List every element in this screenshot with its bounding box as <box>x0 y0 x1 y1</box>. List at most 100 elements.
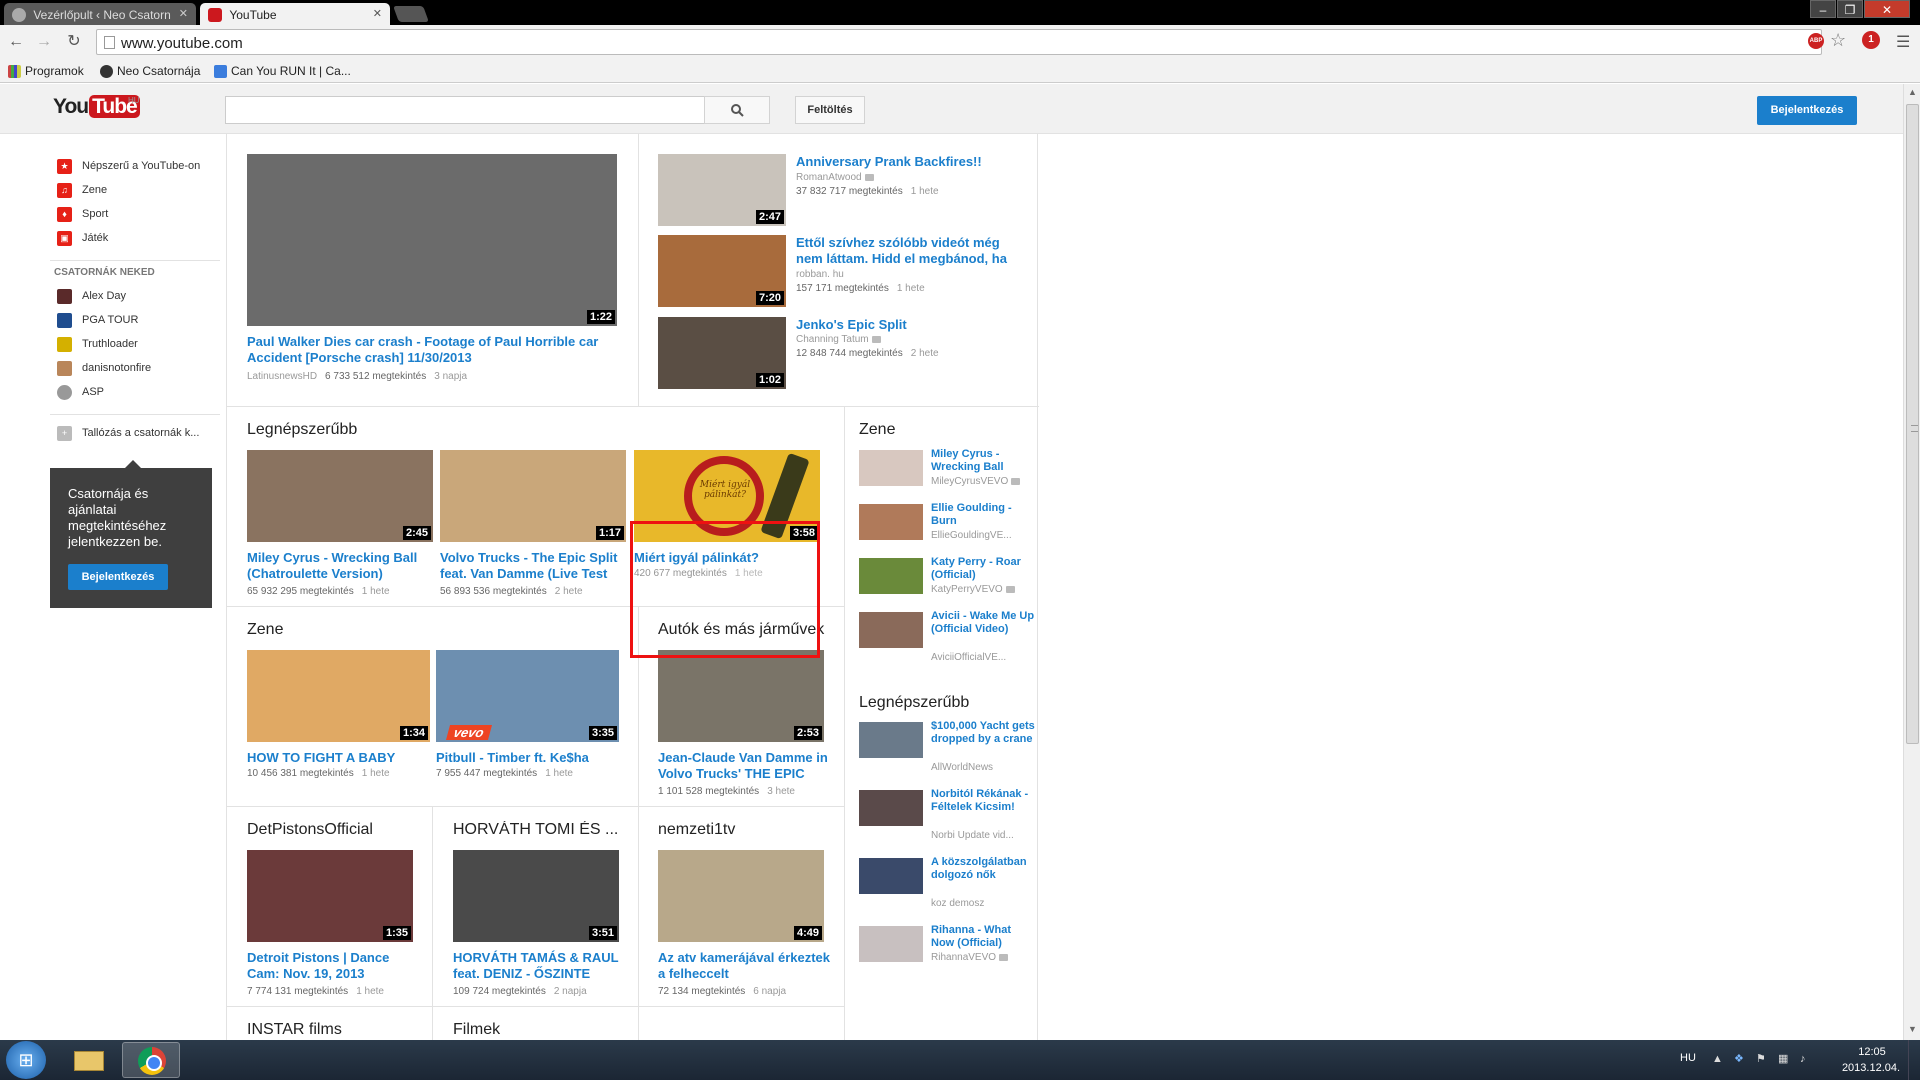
rail-channel[interactable]: AviciiOfficialVE... <box>931 652 1035 663</box>
video-thumbnail[interactable]: 1:17 <box>440 450 626 542</box>
video-title[interactable]: Volvo Trucks - The Epic Split feat. Van … <box>440 550 626 582</box>
rail-video-title[interactable]: Norbitól Rékának - Féltelek Kicsim! <box>931 788 1035 830</box>
close-icon[interactable]: ✕ <box>373 7 382 20</box>
maximize-button[interactable]: ❐ <box>1837 0 1863 18</box>
rail-video-title[interactable]: Rihanna - What Now (Official) <box>931 924 1035 952</box>
video-thumbnail[interactable]: vevo 3:35 <box>436 650 619 742</box>
close-window-button[interactable]: ✕ <box>1864 0 1910 18</box>
taskbar-chrome[interactable] <box>122 1042 180 1078</box>
clock-time[interactable]: 12:05 <box>1852 1046 1892 1058</box>
channel-name[interactable]: robban. hu <box>796 269 844 280</box>
rail-thumbnail[interactable] <box>859 790 923 826</box>
action-center-icon[interactable]: ⚑ <box>1756 1053 1768 1065</box>
search-button[interactable] <box>704 96 770 124</box>
guide-item-popular[interactable]: ★ Népszerű a YouTube-on <box>50 154 220 178</box>
rail-thumbnail[interactable] <box>859 504 923 540</box>
reload-icon[interactable]: ↻ <box>64 32 84 52</box>
bookmark-canyourunit[interactable]: Can You RUN It | Ca... <box>214 64 351 79</box>
rail-video-title[interactable]: $100,000 Yacht gets dropped by a crane <box>931 720 1035 762</box>
rail-channel[interactable]: MileyCyrusVEVO <box>931 476 1035 487</box>
minimize-button[interactable]: – <box>1810 0 1836 18</box>
video-thumbnail[interactable]: 1:34 <box>247 650 430 742</box>
new-tab-button[interactable] <box>393 6 429 22</box>
video-title[interactable]: HOW TO FIGHT A BABY <box>247 750 430 766</box>
video-thumbnail[interactable]: 2:45 <box>247 450 433 542</box>
youtube-logo[interactable]: You Tube <box>53 95 140 119</box>
upload-button[interactable]: Feltöltés <box>795 96 865 124</box>
bookmark-star-icon[interactable]: ☆ <box>1830 30 1846 51</box>
channel-name[interactable]: RomanAtwood <box>796 172 874 183</box>
guide-item-sports[interactable]: ♦ Sport <box>50 202 220 226</box>
rail-channel[interactable]: RihannaVEVO <box>931 952 1035 963</box>
channel-name[interactable]: Channing Tatum <box>796 334 881 345</box>
guide-channel-truthloader[interactable]: Truthloader <box>50 332 220 356</box>
channel-name[interactable]: LatinusnewsHD <box>247 371 317 382</box>
video-title[interactable]: Ettől szívhez szólóbb videót még nem lát… <box>796 235 1026 267</box>
guide-channel-alexday[interactable]: Alex Day <box>50 284 220 308</box>
video-title[interactable]: Jean-Claude Van Damme in Volvo Trucks' T… <box>658 750 834 782</box>
rail-thumbnail[interactable] <box>859 926 923 962</box>
guide-browse-channels[interactable]: + Tallózás a csatornák k... <box>50 421 220 445</box>
guide-channel-pgatour[interactable]: PGA TOUR <box>50 308 220 332</box>
scroll-thumb[interactable] <box>1906 104 1919 744</box>
shelf-title[interactable]: HORVÁTH TOMI ÉS ... <box>453 821 633 839</box>
guide-channel-danisnotonfire[interactable]: danisnotonfire <box>50 356 220 380</box>
guide-channel-asp[interactable]: ASP <box>50 380 220 404</box>
start-button[interactable]: ⊞ <box>6 1041 46 1079</box>
rail-channel[interactable]: koz demosz <box>931 898 1035 909</box>
video-thumbnail[interactable]: 2:53 <box>658 650 824 742</box>
rail-video-title[interactable]: Miley Cyrus - Wrecking Ball <box>931 448 1031 476</box>
video-title[interactable]: Jenko's Epic Split <box>796 317 1026 333</box>
video-thumbnail[interactable]: 7:20 <box>658 235 786 307</box>
volume-icon[interactable]: ♪ <box>1800 1053 1812 1065</box>
close-icon[interactable]: ✕ <box>179 7 188 20</box>
network-icon[interactable]: ▦ <box>1778 1053 1790 1065</box>
video-title[interactable]: Pitbull - Timber ft. Ke$ha <box>436 750 619 766</box>
shelf-title[interactable]: nemzeti1tv <box>658 821 838 839</box>
menu-icon[interactable]: ☰ <box>1896 32 1910 52</box>
shelf-title[interactable]: INSTAR films <box>247 1021 342 1039</box>
video-thumbnail[interactable]: 1:02 <box>658 317 786 389</box>
rail-channel[interactable]: EllieGouldingVE... <box>931 530 1035 541</box>
language-indicator[interactable]: HU <box>1680 1052 1696 1064</box>
show-desktop-button[interactable] <box>1908 1040 1920 1080</box>
video-title[interactable]: Paul Walker Dies car crash - Footage of … <box>247 334 627 366</box>
adblock-icon[interactable]: ABP <box>1808 33 1824 49</box>
rail-title[interactable]: Zene <box>859 421 895 439</box>
dropbox-icon[interactable]: ❖ <box>1734 1053 1746 1065</box>
scroll-up-icon[interactable]: ▲ <box>1908 87 1917 97</box>
rail-thumbnail[interactable] <box>859 558 923 594</box>
rail-thumbnail[interactable] <box>859 450 923 486</box>
clock-date[interactable]: 2013.12.04. <box>1836 1062 1906 1074</box>
rail-video-title[interactable]: Katy Perry - Roar (Official) <box>931 556 1031 584</box>
rail-thumbnail[interactable] <box>859 722 923 758</box>
promo-signin-button[interactable]: Bejelentkezés <box>68 564 168 590</box>
tray-expand-icon[interactable]: ▲ <box>1712 1053 1724 1065</box>
video-thumbnail[interactable]: 3:51 <box>453 850 619 942</box>
rail-channel[interactable]: Norbi Update vid... <box>931 830 1035 841</box>
bookmark-apps[interactable]: Programok <box>8 64 84 79</box>
rail-thumbnail[interactable] <box>859 612 923 648</box>
rail-channel[interactable]: KatyPerryVEVO <box>931 584 1035 595</box>
scroll-down-icon[interactable]: ▼ <box>1908 1024 1917 1034</box>
page-scrollbar[interactable]: ▲ ▼ <box>1903 84 1920 1040</box>
shelf-title[interactable]: Legnépszerűbb <box>247 421 357 439</box>
guide-item-gaming[interactable]: ▣ Játék <box>50 226 220 250</box>
video-thumbnail[interactable]: 4:49 <box>658 850 824 942</box>
video-title[interactable]: HORVÁTH TAMÁS & RAUL feat. DENIZ - ŐSZIN… <box>453 950 629 982</box>
guide-item-music[interactable]: ♫ Zene <box>50 178 220 202</box>
tab-dashboard[interactable]: Vezérlőpult ‹ Neo Csatorn ✕ <box>4 3 196 25</box>
video-title[interactable]: Anniversary Prank Backfires!! <box>796 154 1026 170</box>
video-thumbnail[interactable]: 2:47 <box>658 154 786 226</box>
video-title[interactable]: Az atv kamerájával érkeztek a felheccelt <box>658 950 834 982</box>
video-thumbnail[interactable]: 1:22 <box>247 154 617 326</box>
forward-icon[interactable]: → <box>34 32 54 52</box>
extension-icon[interactable]: 1 <box>1862 31 1880 49</box>
back-icon[interactable]: ← <box>6 32 26 52</box>
search-input[interactable] <box>225 96 705 124</box>
rail-channel[interactable]: AllWorldNews <box>931 762 1035 773</box>
address-bar[interactable]: www.youtube.com <box>96 29 1822 55</box>
bookmark-neo[interactable]: Neo Csatornája <box>100 64 200 79</box>
rail-video-title[interactable]: Avicii - Wake Me Up (Official Video) <box>931 610 1035 652</box>
rail-thumbnail[interactable] <box>859 858 923 894</box>
